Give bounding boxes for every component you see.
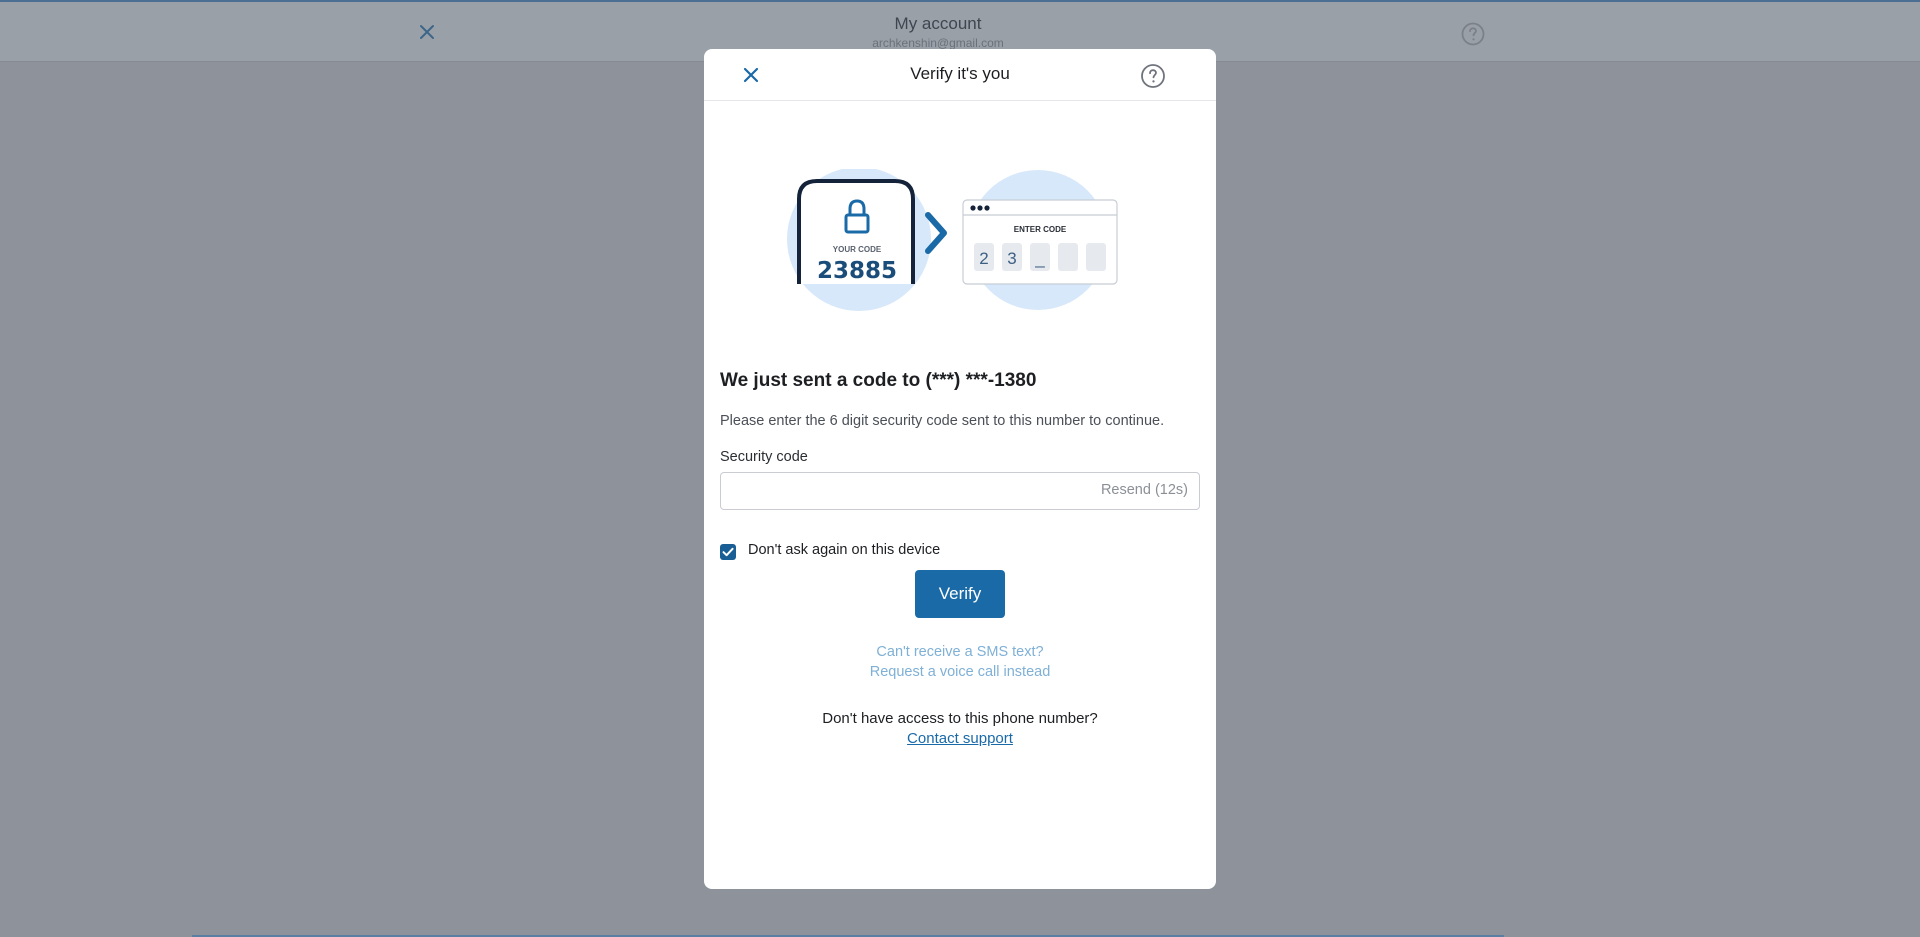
code-sent-heading: We just sent a code to (***) ***-1380	[720, 370, 1037, 391]
dialog-header: Verify it's you	[704, 49, 1216, 101]
no-access-text: Don't have access to this phone number?	[822, 710, 1098, 727]
phone-graphic: YOUR CODE 23885	[797, 179, 915, 284]
help-circle-icon[interactable]	[1140, 63, 1166, 89]
contact-support-link[interactable]: Contact support	[907, 730, 1013, 747]
code-digit-3: _	[1034, 249, 1045, 268]
phone-caption: YOUR CODE	[833, 245, 882, 254]
verification-illustration: YOUR CODE 23885 ENTER CODE 2 3 _	[787, 169, 1118, 311]
voice-call-link[interactable]: Request a voice call instead	[704, 664, 1216, 680]
sms-question-text[interactable]: Can't receive a SMS text?	[704, 644, 1216, 660]
code-digit-1: 2	[979, 249, 988, 268]
contact-support-row: Contact support	[704, 730, 1216, 747]
phone-code: 23885	[817, 258, 897, 284]
panel-caption: ENTER CODE	[1014, 225, 1067, 234]
background-title: My account	[894, 14, 982, 33]
help-circle-icon[interactable]	[1461, 22, 1485, 46]
code-digit-2: 3	[1007, 249, 1016, 268]
check-icon	[722, 547, 734, 557]
remember-device-checkbox[interactable]	[720, 544, 736, 560]
code-boxes: 2 3 _	[974, 243, 1106, 271]
security-code-label: Security code	[720, 449, 808, 465]
background-email: archkenshin@gmail.com	[872, 36, 1004, 50]
resend-button[interactable]: Resend (12s)	[1101, 482, 1188, 498]
instructions-text: Please enter the 6 digit security code s…	[720, 413, 1165, 429]
security-code-field: Resend (12s)	[720, 472, 1200, 511]
remember-device-label[interactable]: Don't ask again on this device	[748, 542, 940, 558]
verify-button[interactable]: Verify	[915, 570, 1005, 618]
verify-dialog: Verify it's you YOUR CODE 23885 ENTER CO…	[704, 49, 1216, 889]
security-code-input[interactable]	[731, 473, 1095, 511]
enter-code-panel: ENTER CODE 2 3 _	[962, 199, 1118, 285]
